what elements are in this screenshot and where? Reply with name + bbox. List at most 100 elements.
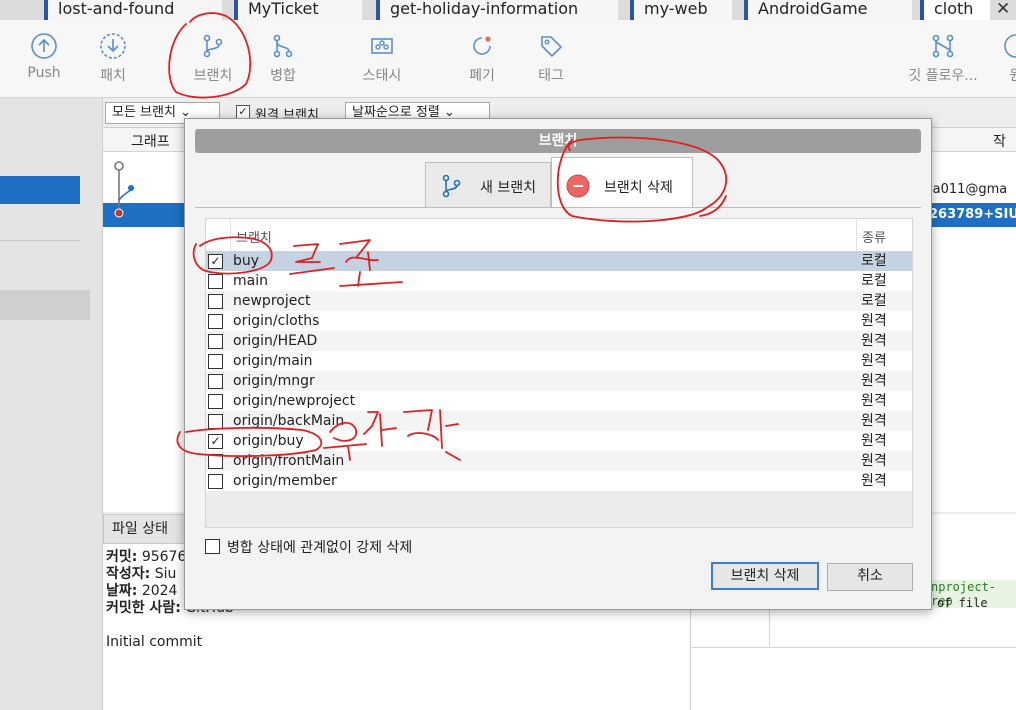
branch-row[interactable]: main 로컬 bbox=[206, 271, 912, 291]
cancel-button[interactable]: 취소 bbox=[827, 563, 913, 591]
stash-button[interactable]: 스태시 bbox=[347, 32, 417, 85]
branch-checkbox[interactable] bbox=[208, 334, 223, 349]
branch-row[interactable]: newproject 로컬 bbox=[206, 291, 912, 311]
branch-type: 원격 bbox=[861, 413, 887, 429]
branch-row[interactable]: origin/newproject 원격 bbox=[206, 391, 912, 411]
tab-underline bbox=[195, 207, 921, 208]
tab-new-branch[interactable]: 새 브랜치 bbox=[425, 162, 551, 208]
branch-checkbox[interactable]: ✓ bbox=[208, 434, 223, 449]
branch-name: origin/frontMain bbox=[233, 453, 345, 469]
type-column-header[interactable]: 종류 bbox=[862, 227, 886, 246]
branch-checkbox[interactable] bbox=[208, 474, 223, 489]
branch-row[interactable]: origin/main 원격 bbox=[206, 351, 912, 371]
branch-row[interactable]: origin/backMain 원격 bbox=[206, 411, 912, 431]
date-value: 2024 bbox=[141, 583, 178, 599]
repo-tab-label: get-holiday-information bbox=[390, 0, 579, 18]
date-label: 날짜: bbox=[106, 583, 138, 599]
sidebar-item-selected[interactable] bbox=[0, 176, 80, 204]
fetch-button[interactable]: 패치 bbox=[78, 32, 148, 85]
branch-type: 원격 bbox=[861, 313, 887, 329]
delete-branch-button[interactable]: 브랜치 삭제 bbox=[711, 562, 819, 590]
branch-name: origin/buy bbox=[233, 433, 304, 449]
repo-tab[interactable]: MyTicket bbox=[234, 0, 362, 20]
discard-label: 폐기 bbox=[469, 68, 495, 84]
branch-type: 원격 bbox=[861, 433, 887, 449]
main-toolbar: Push 패치 브랜치 병합 스태시 폐기 태그 깃 플로우... 원 bbox=[0, 20, 1016, 98]
repo-tab[interactable]: AndroidGame bbox=[744, 0, 912, 20]
branch-name: origin/HEAD bbox=[233, 333, 318, 349]
branch-row[interactable]: ✓ origin/buy 원격 bbox=[206, 431, 912, 451]
merge-icon bbox=[273, 34, 293, 58]
branch-icon bbox=[203, 34, 223, 58]
tag-icon bbox=[541, 36, 563, 58]
branch-dialog: 브랜치 새 브랜치 브랜치 삭제 브랜치 종류 ✓ buy 로컬 main 로컬 newp… bbox=[184, 118, 932, 610]
branch-row[interactable]: origin/member 원격 bbox=[206, 471, 912, 491]
repo-tab-bar: lost-and-found MyTicket get-holiday-info… bbox=[0, 0, 1016, 20]
remote-branches-checkbox[interactable]: ✓ bbox=[236, 105, 250, 119]
branch-row[interactable]: ✓ buy 로컬 bbox=[206, 251, 912, 271]
branch-type: 원격 bbox=[861, 333, 887, 349]
branch-type: 원격 bbox=[861, 393, 887, 409]
sidebar-item[interactable] bbox=[0, 290, 90, 320]
dialog-title: 브랜치 bbox=[195, 129, 921, 153]
repo-tab[interactable]: my-web bbox=[630, 0, 732, 20]
minus-circle-icon bbox=[566, 174, 590, 198]
branch-type: 로컬 bbox=[861, 273, 887, 289]
tag-button[interactable]: 태그 bbox=[516, 32, 586, 85]
graph-column-header: 그래프 bbox=[131, 134, 170, 150]
branch-checkbox[interactable] bbox=[208, 454, 223, 469]
branch-list-header: 브랜치 종류 bbox=[206, 219, 912, 251]
column-separator bbox=[230, 219, 231, 251]
discard-icon bbox=[473, 36, 491, 55]
branch-type: 원격 bbox=[861, 473, 887, 489]
branch-row[interactable]: origin/HEAD 원격 bbox=[206, 331, 912, 351]
file-state-tab-label: 파일 상태 bbox=[112, 521, 168, 537]
branch-checkbox[interactable] bbox=[208, 354, 223, 369]
discard-button[interactable]: 폐기 bbox=[447, 32, 517, 85]
tab-new-branch-label: 새 브랜치 bbox=[480, 180, 536, 196]
diff-divider bbox=[691, 647, 1016, 648]
branch-row[interactable]: origin/mngr 원격 bbox=[206, 371, 912, 391]
tab-delete-branch-label: 브랜치 삭제 bbox=[604, 180, 673, 196]
push-icon bbox=[31, 33, 57, 59]
repo-tab-label: my-web bbox=[644, 0, 708, 18]
branch-name: origin/cloths bbox=[233, 313, 320, 329]
branch-name: origin/mngr bbox=[233, 373, 315, 389]
branch-checkbox[interactable] bbox=[208, 374, 223, 389]
repo-tab[interactable]: get-holiday-information bbox=[376, 0, 618, 20]
branch-name: newproject bbox=[233, 293, 311, 309]
commit-graph-lines bbox=[114, 161, 134, 218]
branch-checkbox[interactable] bbox=[208, 314, 223, 329]
repo-tab-active[interactable]: cloth bbox=[920, 0, 990, 20]
column-separator bbox=[856, 219, 857, 251]
repo-tab[interactable]: lost-and-found bbox=[44, 0, 222, 20]
branch-name: buy bbox=[233, 253, 260, 269]
branch-name: origin/member bbox=[233, 473, 337, 489]
branch-button[interactable]: 브랜치 bbox=[178, 32, 248, 85]
branch-checkbox[interactable] bbox=[208, 274, 223, 289]
commit-message: Initial commit bbox=[106, 634, 203, 650]
push-button[interactable]: Push bbox=[9, 32, 79, 81]
force-delete-checkbox[interactable] bbox=[205, 539, 220, 554]
repo-tab-label: lost-and-found bbox=[58, 0, 175, 18]
remote-button[interactable]: 원 bbox=[996, 32, 1016, 85]
gitflow-button[interactable]: 깃 플로우... bbox=[898, 32, 988, 85]
branch-name: origin/newproject bbox=[233, 393, 356, 409]
branch-type: 원격 bbox=[861, 353, 887, 369]
gitflow-label: 깃 플로우... bbox=[908, 68, 978, 84]
tab-delete-branch[interactable]: 브랜치 삭제 bbox=[551, 157, 693, 208]
merge-button[interactable]: 병합 bbox=[248, 32, 318, 85]
branch-rows: ✓ buy 로컬 main 로컬 newproject 로컬 origin/cloths 원격 o… bbox=[206, 251, 912, 491]
branch-checkbox[interactable] bbox=[208, 414, 223, 429]
commit-value: 95676 bbox=[141, 549, 187, 565]
branch-checkbox[interactable] bbox=[208, 394, 223, 409]
close-tab-icon[interactable]: ✕ bbox=[996, 0, 1010, 18]
author-label: 작성자: bbox=[106, 566, 151, 582]
gitflow-icon bbox=[932, 34, 954, 58]
branch-checkbox[interactable] bbox=[208, 294, 223, 309]
branch-row[interactable]: origin/frontMain 원격 bbox=[206, 451, 912, 471]
branch-checkbox[interactable]: ✓ bbox=[208, 254, 223, 269]
repo-tab-label: AndroidGame bbox=[758, 0, 868, 18]
branch-column-header[interactable]: 브랜치 bbox=[236, 227, 272, 246]
branch-row[interactable]: origin/cloths 원격 bbox=[206, 311, 912, 331]
